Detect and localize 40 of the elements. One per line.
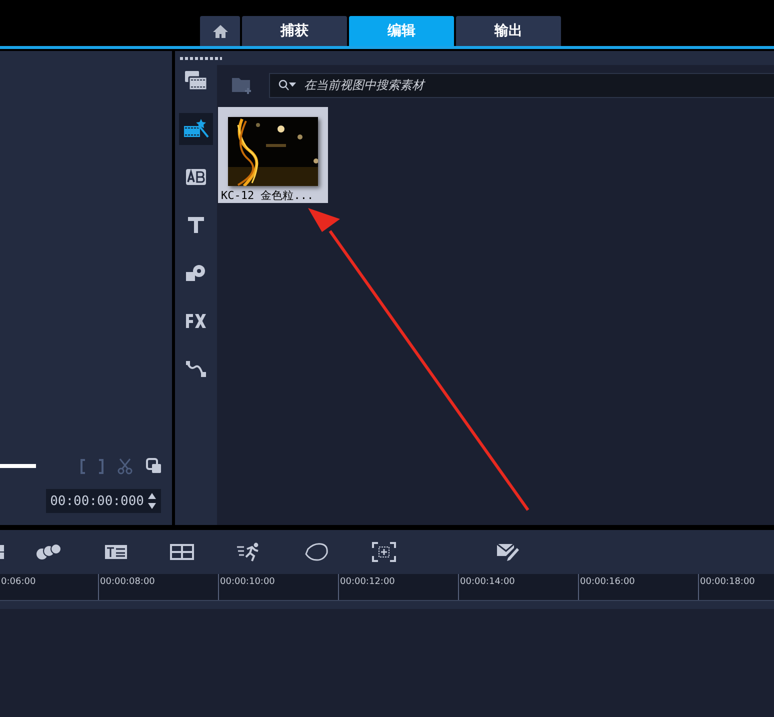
time-label: 00:00:10:00	[218, 574, 338, 600]
fx-icon	[185, 313, 207, 329]
title-icon	[104, 544, 128, 560]
copy-icon[interactable]	[146, 458, 162, 474]
timecode-field[interactable]: 00:00:00:000	[46, 489, 161, 513]
path-icon	[185, 360, 207, 378]
home-icon	[212, 24, 228, 38]
grip-icon[interactable]	[180, 56, 222, 60]
search-field[interactable]: 在当前视图中搜索素材	[302, 77, 774, 93]
text-icon	[187, 216, 205, 234]
spinner-icon[interactable]	[147, 492, 157, 510]
search-icon[interactable]	[278, 79, 296, 91]
film-wand-icon	[183, 118, 209, 140]
toolbar-button[interactable]	[170, 544, 194, 560]
tab[interactable]: 捕获	[242, 16, 347, 46]
toolbar-button[interactable]	[104, 544, 128, 560]
toolbar-button[interactable]	[372, 542, 396, 562]
clip-label: KC-12 金色粒...	[221, 188, 314, 203]
split-screen-icon	[170, 544, 194, 560]
crosshair-frame-icon	[372, 542, 396, 562]
time-label: 00:00:08:00	[98, 574, 218, 600]
tab[interactable]: 输出	[456, 16, 561, 46]
lasso-icon	[304, 542, 330, 562]
edit-icon	[496, 542, 520, 562]
time-label: 0:06:00	[0, 576, 37, 589]
sidebar-button[interactable]	[179, 113, 213, 145]
circles-icon	[36, 543, 62, 561]
time-label: 00:00:16:00	[578, 574, 698, 600]
time-label: 00:00:18:00	[698, 574, 774, 600]
time-label: 00:00:14:00	[458, 574, 578, 600]
toolbar-button[interactable]	[36, 543, 62, 561]
toolbar-button[interactable]	[0, 543, 6, 561]
media-icon	[184, 70, 208, 92]
search-bar[interactable]: 在当前视图中搜索素材	[269, 72, 774, 98]
home-tab[interactable]	[200, 16, 240, 46]
toolbar-button[interactable]	[496, 542, 520, 562]
time-label: 00:00:12:00	[338, 574, 458, 600]
ab-icon	[185, 168, 207, 186]
toolbar-button[interactable]	[304, 542, 330, 562]
clip-tile[interactable]: KC-12 金色粒...	[218, 107, 328, 203]
